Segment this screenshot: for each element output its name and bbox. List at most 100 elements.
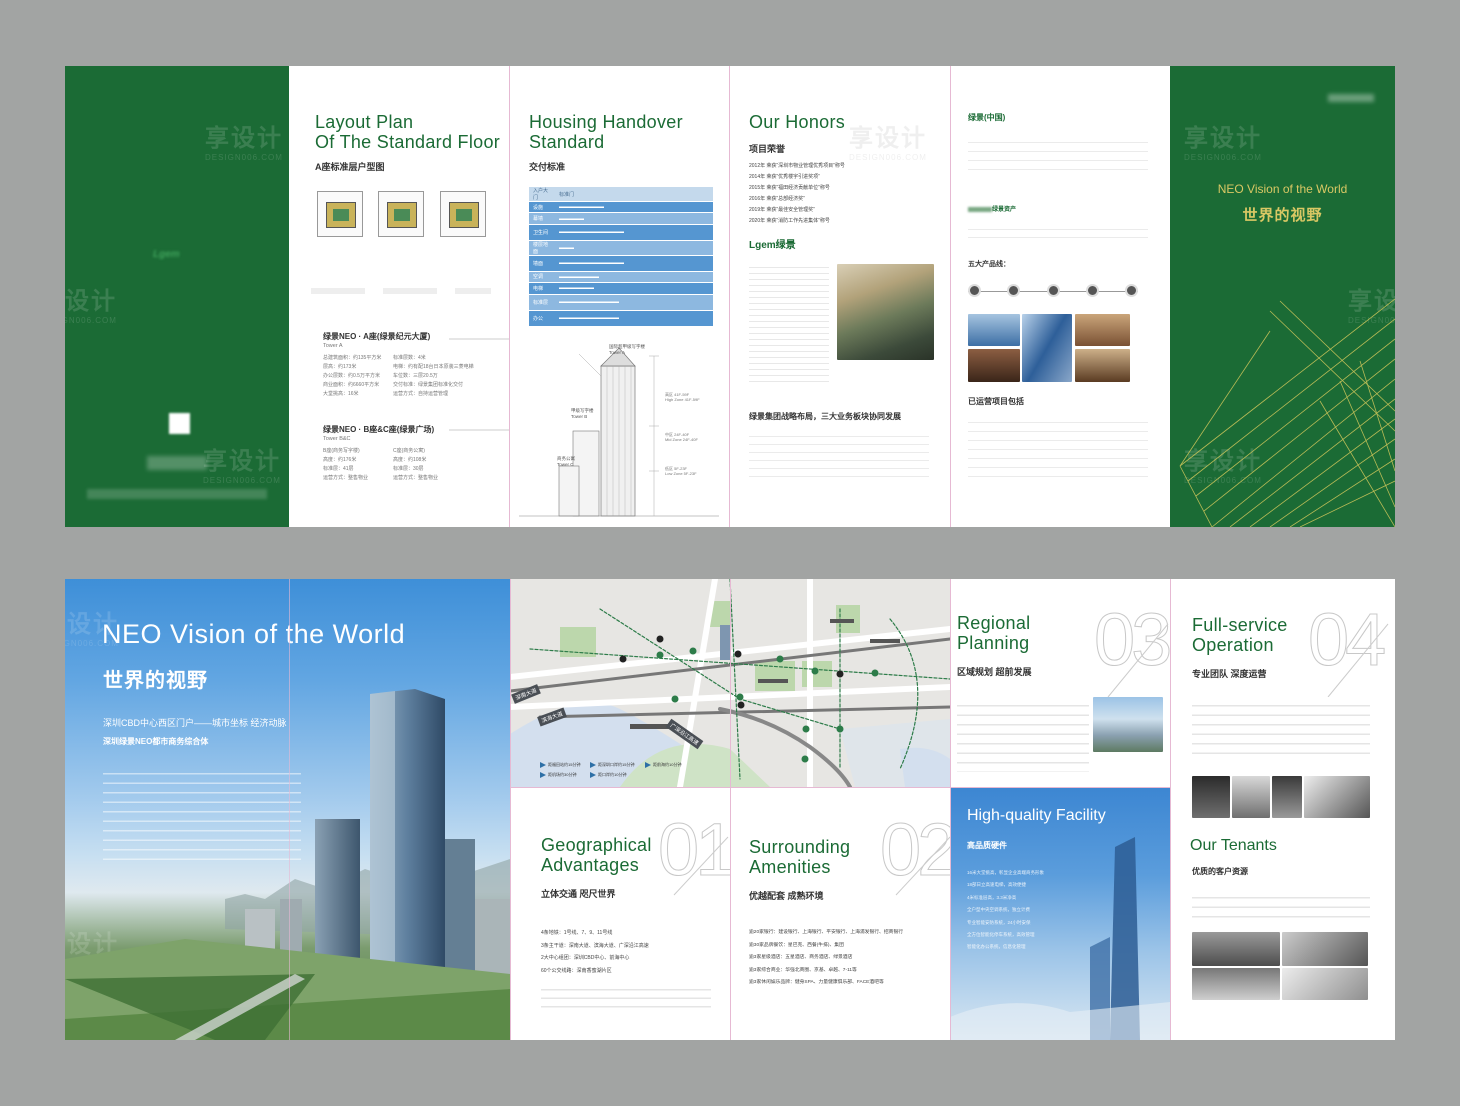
front-cover-panel: 享设计DESIGN006.COM 享设计DESIGN006.COM 享设计DES… xyxy=(1170,66,1395,527)
table-row: 设施 xyxy=(529,201,555,214)
map-legend-item: 距机场约30分钟 xyxy=(548,772,577,777)
panel-title: Full-service Operation xyxy=(1192,615,1288,655)
product-lines xyxy=(968,284,1138,297)
company-text xyxy=(749,262,829,382)
honors-list: 2012年 荣获“深圳市物业管理优秀项目”称号 2014年 荣获“优秀楼宇引进奖… xyxy=(749,161,845,227)
service-photo xyxy=(1304,776,1370,818)
interior-photo xyxy=(1075,349,1130,382)
building-photo xyxy=(968,314,1020,346)
facility-panel: High-quality Facility 高品质硬件 16米大堂挑高，彰显企业… xyxy=(950,787,1170,1040)
product-line-icon xyxy=(1085,284,1099,297)
panel-title: High-quality Facility xyxy=(967,807,1106,824)
lobby-photo xyxy=(1075,314,1130,346)
geo-item: 60个公交线路：深南香蜜湖片区 xyxy=(541,967,612,974)
tower-b-label: 甲级写字楼 Tower B xyxy=(571,408,594,419)
spec-item: 总建筑面积：约135平方米 xyxy=(323,355,382,361)
tower-a-label: 国际超甲级写字楼 Tower A xyxy=(609,344,645,355)
fold-line xyxy=(950,66,951,527)
amenity-item: 逾3家星级酒店：五星酒店、商务酒店、绿景酒店 xyxy=(749,955,853,960)
tower-bc-en: Tower B&C xyxy=(323,436,351,442)
spec-item: 运营方式：整售物业 xyxy=(323,475,369,481)
fold-line xyxy=(510,579,511,1040)
operated-list xyxy=(968,414,1148,478)
honors-panel: 享设计 DESIGN006.COM Our Honors 项目荣誉 2012年 荣… xyxy=(729,66,950,527)
table-row: 幕墙 xyxy=(529,212,555,225)
spec-item: 标准层：30层 xyxy=(393,466,424,472)
tenant-photo xyxy=(1192,932,1280,966)
qr-code xyxy=(169,413,190,434)
company-intro xyxy=(968,134,1148,178)
spec-item: 商业面积：约6660平方米 xyxy=(323,382,380,388)
legal-footer xyxy=(87,489,267,499)
floor-plan-image xyxy=(440,191,486,237)
tenant-photo xyxy=(1282,932,1368,966)
fold-line xyxy=(729,66,730,527)
panel-subtitle: 专业团队 深度运营 xyxy=(1192,669,1267,679)
zone-low: 低区 5F-23F Low Zone 5F-23F xyxy=(665,466,697,476)
table-row: 空调 xyxy=(529,271,555,284)
panel-subtitle: 立体交通 咫尺世界 xyxy=(541,889,616,899)
watermark: 享设计DESIGN006.COM xyxy=(205,125,283,162)
company-title: 绿景(中国) xyxy=(968,113,1006,122)
plan-legend xyxy=(311,288,491,294)
panel-subtitle: 区域规划 超前发展 xyxy=(957,667,1032,677)
handover-table: 入户大门 标准门 设施 ▬▬▬▬▬▬▬▬▬ 幕墙 ▬▬▬▬▬ 卫生间 ▬▬▬▬▬▬▬▬▬… xyxy=(529,187,713,327)
table-row: 电梯 xyxy=(529,282,555,295)
top-sheet: 享设计DESIGN006.COM 享设计DESIGN006.COM 享设计DES… xyxy=(65,66,1395,527)
table-row: 楼层地面 xyxy=(529,240,555,256)
geo-item: 4条地铁：1号线、7、9、11号线 xyxy=(541,930,613,936)
fold-line xyxy=(1170,579,1171,1040)
zone-high: 高区 41F-59F High Zone 41F-59F xyxy=(665,392,700,402)
product-line-icon xyxy=(1125,284,1138,297)
amenity-item: 逾30家品牌餐饮：星巴克、西餐(牛排)、集团 xyxy=(749,942,844,948)
table-row: 卫生间 xyxy=(529,224,555,241)
spec-item: 大堂挑高：16米 xyxy=(323,391,359,397)
handover-panel: Housing Handover Standard 交付标准 入户大门 标准门 设施… xyxy=(509,66,729,527)
honor-item: 2020年 荣获“消防工作先进集体”称号 xyxy=(749,218,830,224)
map-legend-item: 距福田站约15分钟 xyxy=(548,762,581,767)
slash-decor xyxy=(1327,623,1389,698)
watermark: 享设计DESIGN006.COM xyxy=(203,448,281,485)
company-panel: 绿景(中国) 绿景资产 五大产品线： 已运营项目包括 xyxy=(950,66,1170,527)
operation-panel: 04 Full-service Operation 专业团队 深度运营 Our T… xyxy=(1170,579,1395,1040)
brand-logo: Lgem xyxy=(153,249,180,260)
spec-item: B座(商务写字楼) xyxy=(323,448,360,454)
operated-title: 已运营项目包括 xyxy=(968,397,1024,406)
honor-item: 2015年 荣获“福田经济贡献单位”称号 xyxy=(749,185,830,191)
spec-item: 高度：约108米 xyxy=(393,457,427,463)
hotel-room-photo xyxy=(968,349,1020,382)
facility-item: 全户型中央空调系统，独立计费 xyxy=(967,907,1030,913)
map-legend-item: 距深圳口岸约15分钟 xyxy=(598,762,635,767)
amenities-panel: 02 Surrounding Amenities 优越配套 成熟环境 逾20家银行… xyxy=(730,787,950,1040)
table-row: 办公 xyxy=(529,310,555,327)
contact-info xyxy=(147,456,207,470)
panel-subtitle: 项目荣誉 xyxy=(749,144,786,154)
fold-line xyxy=(289,579,290,1040)
city-aerial-photo xyxy=(837,264,934,360)
gold-line-pattern xyxy=(1179,298,1395,527)
lgem-logo: Lgem绿景 xyxy=(749,240,796,251)
product-line-icon xyxy=(1007,284,1021,297)
asset-intro xyxy=(968,222,1148,238)
bottom-sheet: 享设计DESIGN006.COM 享设计DESIGN006.COM NEO Vi… xyxy=(65,579,1395,1040)
regional-panel: 03 Regional Planning 区域规划 超前发展 xyxy=(950,579,1170,787)
panel-subtitle: 交付标准 xyxy=(529,162,566,172)
panel-title: Our Honors xyxy=(749,112,846,132)
geo-item: 3条主干道：深南大道、滨海大道、广深沿江高速 xyxy=(541,942,649,949)
hero-subtitle: 世界的视野 xyxy=(103,670,208,692)
table-row: 墙面 xyxy=(529,255,555,272)
facility-item: 全方位智能化停车系统，高效管理 xyxy=(967,932,1035,938)
spec-item: 办公层数：约0.5万平方米 xyxy=(323,373,380,379)
amenity-item: 逾3家休闲娱乐品牌：健身SPA、力量健康俱乐部、FACE酒吧等 xyxy=(749,980,884,985)
geo-list: 4条地铁：1号线、7、9、11号线 3条主干道：深南大道、滨海大道、广深沿江高速… xyxy=(541,927,649,977)
tenant-photo xyxy=(1192,968,1280,1000)
facility-item: 专业智能安防系统，24小时安保 xyxy=(967,919,1031,925)
brand-logo xyxy=(1328,94,1374,102)
tower-c-label: 商务公寓 Tower C xyxy=(557,456,575,467)
panel-subtitle: 高品质硬件 xyxy=(967,841,1007,850)
spec-item: C座(商务公寓) xyxy=(393,448,425,454)
fold-line-horizontal xyxy=(510,787,1170,788)
asset-title: 绿景资产 xyxy=(968,204,1016,213)
strategy-text xyxy=(749,429,929,479)
service-photo xyxy=(1192,776,1230,818)
